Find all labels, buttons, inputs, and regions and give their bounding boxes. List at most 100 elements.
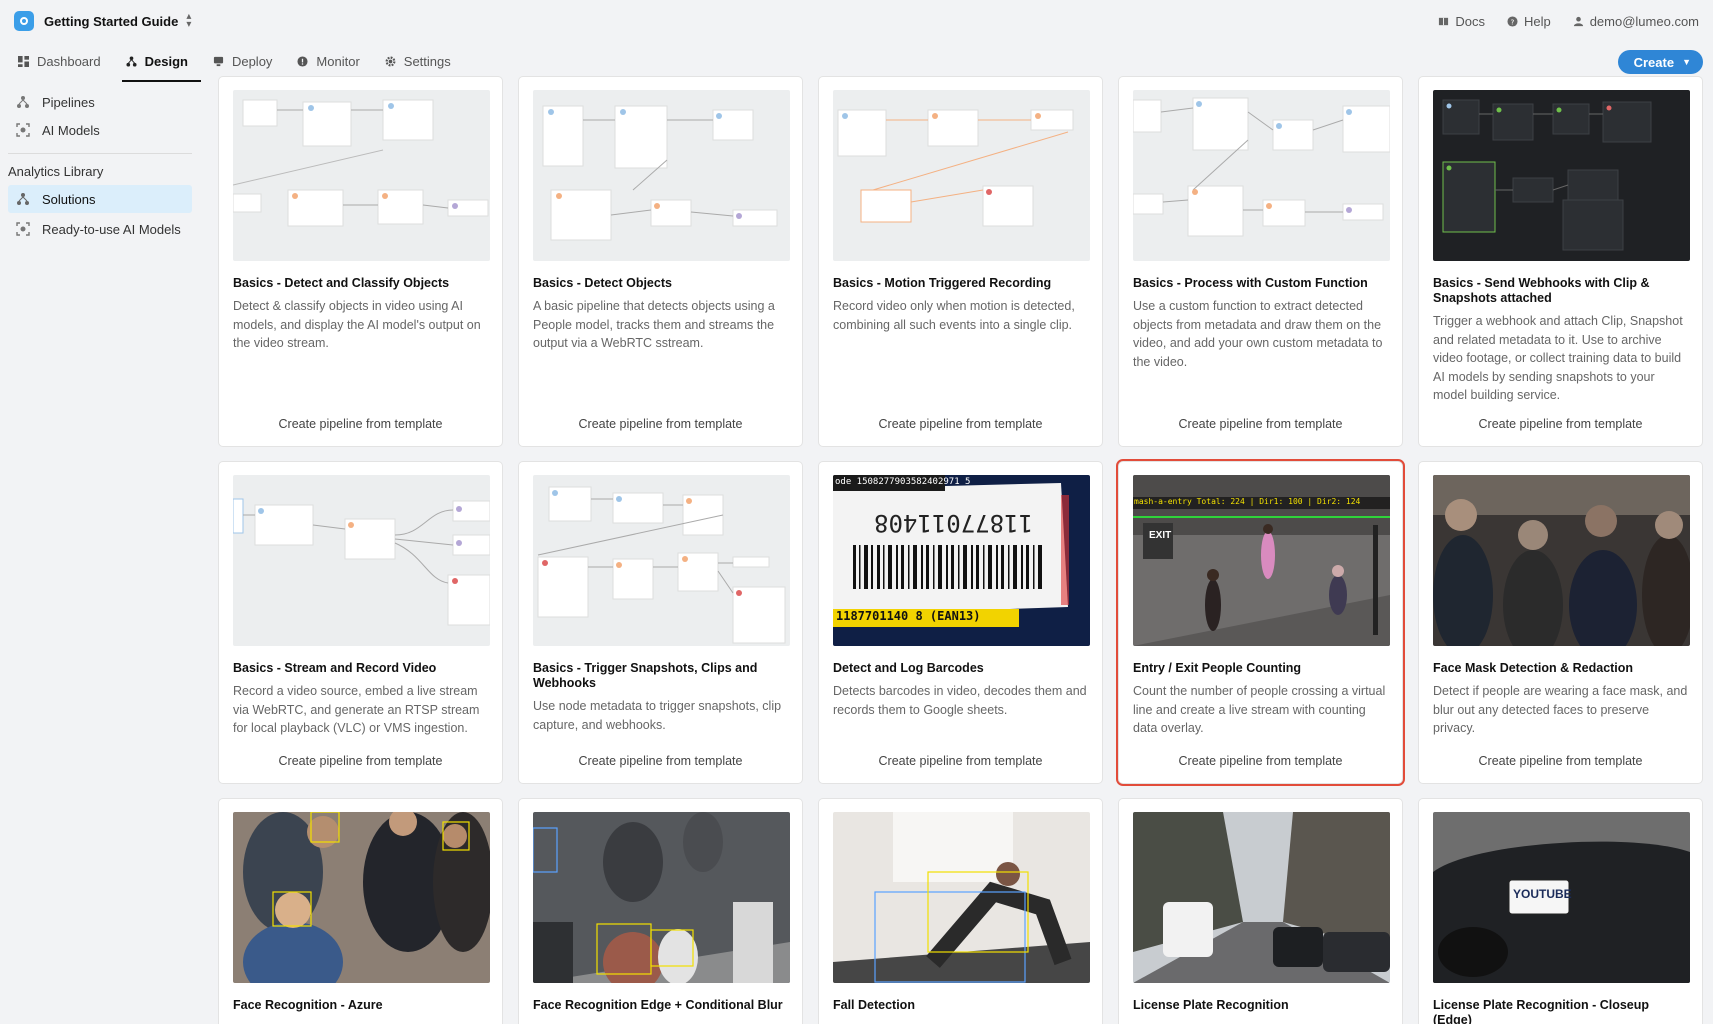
card-title: Basics - Stream and Record Video bbox=[233, 661, 437, 675]
book-icon bbox=[1439, 17, 1449, 25]
card-description: Record a video source, embed a live stre… bbox=[233, 684, 480, 735]
card-title: Basics - Motion Triggered Recording bbox=[833, 276, 1052, 290]
sidebar-item-ai-models[interactable]: AI Models bbox=[8, 116, 192, 144]
gear-icon bbox=[385, 56, 396, 66]
project-switcher-icon[interactable]: ▴ ▾ bbox=[186, 12, 191, 30]
svg-text:11877011408: 11877011408 bbox=[874, 509, 1033, 537]
svg-text:?: ? bbox=[1511, 17, 1515, 26]
card-description: Detect & classify objects in video using… bbox=[233, 299, 481, 350]
card-title: License Plate Recognition bbox=[1133, 998, 1289, 1012]
create-from-template-link[interactable]: Create pipeline from template bbox=[219, 417, 502, 431]
create-from-template-link[interactable]: Create pipeline from template bbox=[1419, 417, 1702, 431]
barcode-thumbnail: 11877011408 ode 1508277903582402971 5 11… bbox=[833, 475, 1090, 646]
card-title: Face Recognition Edge + Conditional Blur bbox=[533, 998, 783, 1012]
card-description: Trigger a webhook and attach Clip, Snaps… bbox=[1433, 314, 1683, 402]
create-from-template-link[interactable]: Create pipeline from template bbox=[1119, 417, 1402, 431]
help-icon: ? bbox=[1507, 15, 1518, 27]
face-recognition-thumbnail bbox=[233, 812, 490, 983]
fall-detection-thumbnail bbox=[833, 812, 1090, 983]
sidebar-divider bbox=[8, 153, 192, 154]
sidebar-section-title: Analytics Library bbox=[8, 164, 104, 179]
card-title: Entry / Exit People Counting bbox=[1133, 661, 1302, 675]
card-title: Fall Detection bbox=[833, 998, 915, 1012]
tab-monitor-label: Monitor bbox=[316, 53, 360, 69]
solution-card[interactable]: Face Recognition - Azure bbox=[218, 798, 503, 1024]
solutions-grid: Basics - Detect and Classify Objects Det… bbox=[218, 76, 1703, 1024]
pipeline-icon bbox=[17, 96, 29, 108]
solution-card[interactable]: Basics - Process with Custom Function Us… bbox=[1118, 76, 1403, 447]
card-title: Basics - Detect and Classify Objects bbox=[233, 276, 450, 290]
tab-design[interactable]: Design bbox=[121, 42, 201, 82]
pipeline-graph-thumbnail bbox=[1133, 90, 1390, 261]
solution-card[interactable]: Basics - Motion Triggered Recording Reco… bbox=[818, 76, 1103, 447]
tab-dashboard-label: Dashboard bbox=[37, 53, 101, 69]
ai-model-icon bbox=[16, 222, 30, 236]
create-from-template-link[interactable]: Create pipeline from template bbox=[219, 754, 502, 768]
card-description: Use a custom function to extract detecte… bbox=[1133, 299, 1383, 369]
card-title: Basics - Send Webhooks with Clip & Snaps… bbox=[1433, 276, 1650, 305]
license-plate-text: YOUTUBE bbox=[1513, 887, 1572, 901]
pipeline-graph-thumbnail bbox=[233, 90, 490, 261]
barcode-overlay-top: ode 1508277903582402971 5 bbox=[835, 477, 971, 487]
solution-card[interactable]: Basics - Stream and Record Video Record … bbox=[218, 461, 503, 784]
user-email: demo@lumeo.com bbox=[1589, 13, 1699, 29]
solution-card[interactable]: Basics - Trigger Snapshots, Clips and We… bbox=[518, 461, 803, 784]
counting-overlay-text: mash-a-entry Total: 224 | Dir1: 100 | Di… bbox=[1134, 497, 1361, 506]
pipeline-graph-thumbnail bbox=[833, 90, 1090, 261]
create-button[interactable]: Create ▼ bbox=[1617, 50, 1703, 74]
pipeline-graph-thumbnail bbox=[533, 90, 790, 261]
card-title: Basics - Detect Objects bbox=[533, 276, 672, 290]
solution-card-selected[interactable]: mash-a-entry Total: 224 | Dir1: 100 | Di… bbox=[1116, 459, 1405, 786]
lumeo-logo-icon[interactable] bbox=[14, 11, 34, 31]
sidebar-item-ready-to-use-models[interactable]: Ready-to-use AI Models bbox=[8, 215, 192, 243]
tab-deploy-label: Deploy bbox=[231, 53, 273, 69]
deploy-icon bbox=[213, 56, 224, 66]
sidebar-item-label: Solutions bbox=[42, 191, 96, 207]
tab-settings-label: Settings bbox=[403, 53, 451, 69]
sidebar-item-pipelines[interactable]: Pipelines bbox=[8, 88, 192, 116]
card-description: Use node metadata to trigger snapshots, … bbox=[533, 699, 782, 732]
chevron-down-icon: ▼ bbox=[1682, 57, 1691, 67]
card-description: Count the number of people crossing a vi… bbox=[1133, 684, 1386, 735]
card-title: License Plate Recognition - Closeup (Edg… bbox=[1433, 998, 1650, 1024]
card-title: Detect and Log Barcodes bbox=[833, 661, 984, 675]
tab-dashboard[interactable]: Dashboard bbox=[14, 42, 114, 82]
sidebar-item-label: Pipelines bbox=[42, 94, 95, 110]
pipeline-graph-thumbnail bbox=[1433, 90, 1690, 261]
solution-card[interactable]: Fall Detection bbox=[818, 798, 1103, 1024]
crowd-thumbnail bbox=[1433, 475, 1690, 646]
card-description: Record video only when motion is detecte… bbox=[833, 299, 1075, 332]
pipeline-graph-thumbnail bbox=[533, 475, 790, 646]
dashboard-icon bbox=[18, 55, 29, 67]
create-from-template-link[interactable]: Create pipeline from template bbox=[1419, 754, 1702, 768]
face-blur-thumbnail bbox=[533, 812, 790, 983]
card-title: Face Recognition - Azure bbox=[233, 998, 383, 1012]
car-plate-thumbnail: YOUTUBE bbox=[1433, 812, 1690, 983]
create-from-template-link[interactable]: Create pipeline from template bbox=[819, 417, 1102, 431]
card-description: Detects barcodes in video, decodes them … bbox=[833, 684, 1087, 717]
card-description: Detect if people are wearing a face mask… bbox=[1433, 684, 1688, 735]
docs-link[interactable]: Docs bbox=[1438, 14, 1485, 29]
card-title: Basics - Process with Custom Function bbox=[1133, 276, 1368, 290]
solution-card[interactable]: Basics - Detect and Classify Objects Det… bbox=[218, 76, 503, 447]
solution-card[interactable]: Basics - Send Webhooks with Clip & Snaps… bbox=[1418, 76, 1703, 447]
user-menu[interactable]: demo@lumeo.com bbox=[1573, 14, 1699, 29]
help-link[interactable]: ? Help bbox=[1507, 14, 1551, 29]
create-from-template-link[interactable]: Create pipeline from template bbox=[1119, 754, 1402, 768]
solution-card[interactable]: Basics - Detect Objects A basic pipeline… bbox=[518, 76, 803, 447]
solution-card[interactable]: Face Mask Detection & Redaction Detect i… bbox=[1418, 461, 1703, 784]
ai-model-icon bbox=[16, 123, 30, 137]
solution-card[interactable]: YOUTUBE License Plate Recognition - Clos… bbox=[1418, 798, 1703, 1024]
help-label: Help bbox=[1523, 13, 1551, 29]
project-title[interactable]: Getting Started Guide bbox=[44, 14, 178, 29]
sidebar-item-solutions[interactable]: Solutions bbox=[8, 185, 192, 213]
create-from-template-link[interactable]: Create pipeline from template bbox=[519, 754, 802, 768]
user-icon bbox=[1573, 16, 1583, 26]
create-from-template-link[interactable]: Create pipeline from template bbox=[819, 754, 1102, 768]
solution-card[interactable]: 11877011408 ode 1508277903582402971 5 11… bbox=[818, 461, 1103, 784]
create-from-template-link[interactable]: Create pipeline from template bbox=[519, 417, 802, 431]
card-title: Basics - Trigger Snapshots, Clips and We… bbox=[533, 661, 758, 690]
sidebar: Pipelines AI Models Analytics Library So… bbox=[0, 82, 200, 243]
solution-card[interactable]: License Plate Recognition bbox=[1118, 798, 1403, 1024]
solution-card[interactable]: Face Recognition Edge + Conditional Blur bbox=[518, 798, 803, 1024]
